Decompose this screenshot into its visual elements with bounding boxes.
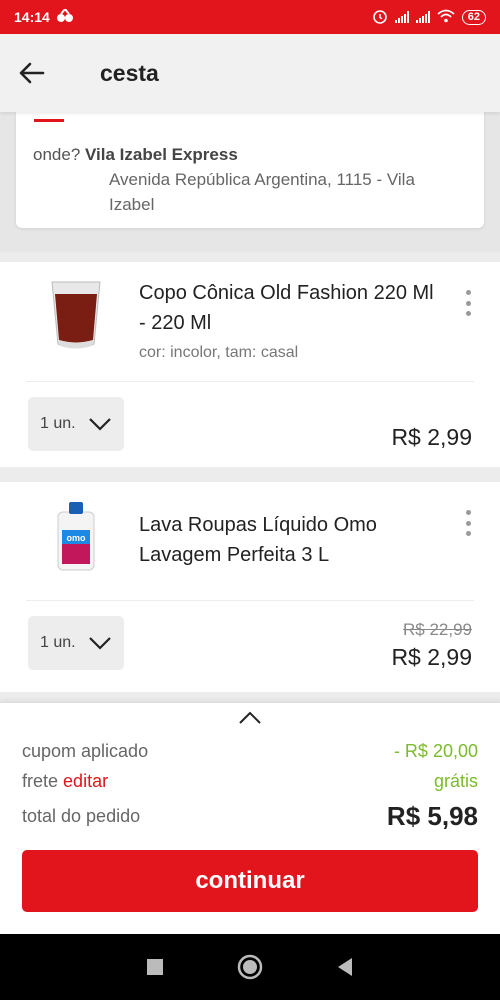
divider [26, 381, 474, 382]
shipping-label: frete [22, 771, 59, 791]
quantity-value: 1 un. [40, 415, 76, 432]
shipping-edit-link[interactable]: editar [63, 771, 108, 791]
nav-back-icon[interactable] [336, 957, 354, 977]
alarm-icon [372, 8, 388, 27]
total-row: total do pedido R$ 5,98 [22, 801, 478, 832]
quantity-value: 1 un. [40, 634, 76, 651]
product-name: Lava Roupas Líquido Omo Lavagem Perfeita… [139, 514, 377, 566]
order-summary: cupom aplicado - R$ 20,00 frete editar g… [0, 702, 500, 934]
store-card[interactable]: onde? Vila Izabel Express Avenida Repúbl… [16, 112, 484, 228]
status-bar: 14:14 62 [0, 0, 500, 34]
shipping-row: frete editar grátis [22, 771, 478, 792]
system-nav-bar [0, 934, 500, 1000]
chevron-up-icon[interactable] [238, 711, 262, 730]
coupon-label: cupom aplicado [22, 741, 149, 761]
continue-button[interactable]: continuar [22, 850, 478, 912]
wifi-icon [437, 9, 455, 26]
store-label: onde? [33, 145, 81, 164]
back-arrow-icon [19, 62, 45, 84]
store-address: Avenida República Argentina, 1115 - Vila… [109, 170, 415, 214]
cart-item: Copo Cônica Old Fashion 220 Ml - 220 Ml … [0, 262, 500, 467]
battery-icon: 62 [461, 9, 486, 25]
kebab-menu-icon[interactable] [462, 290, 474, 316]
divider [26, 600, 474, 601]
product-price: R$ 2,99 [391, 644, 472, 670]
chevron-down-icon [88, 418, 111, 431]
product-name: Copo Cônica Old Fashion 220 Ml - 220 Ml [139, 282, 434, 334]
total-label: total do pedido [22, 806, 141, 826]
quantity-select[interactable]: 1 un. [28, 397, 124, 451]
coupon-row: cupom aplicado - R$ 20,00 [22, 741, 478, 762]
shipping-value: grátis [433, 771, 478, 791]
product-image-detergent: omo [40, 500, 112, 572]
chevron-down-icon [88, 637, 111, 650]
product-price: R$ 2,99 [391, 424, 472, 450]
back-button[interactable] [2, 43, 62, 103]
store-logo [34, 112, 64, 122]
kebab-menu-icon[interactable] [462, 510, 474, 536]
product-old-price: R$ 22,99 [403, 620, 472, 639]
total-value: R$ 5,98 [386, 801, 478, 831]
quantity-select[interactable]: 1 un. [28, 616, 124, 670]
app-header: cesta [0, 34, 500, 112]
svg-text:omo: omo [67, 533, 87, 543]
status-time: 14:14 [14, 9, 50, 25]
signal-icon-2 [415, 11, 430, 23]
nav-square-icon[interactable] [146, 958, 164, 976]
page-title: cesta [100, 59, 159, 86]
cart-item: omo Lava Roupas Líquido Omo Lavagem Perf… [0, 482, 500, 692]
store-name: Vila Izabel Express [85, 145, 238, 164]
product-attributes: cor: incolor, tam: casal [139, 344, 299, 361]
coupon-value: - R$ 20,00 [393, 741, 478, 761]
product-image-glass [40, 278, 112, 350]
notification-icon [56, 6, 74, 26]
signal-icon [394, 11, 409, 23]
nav-home-icon[interactable] [236, 953, 264, 981]
